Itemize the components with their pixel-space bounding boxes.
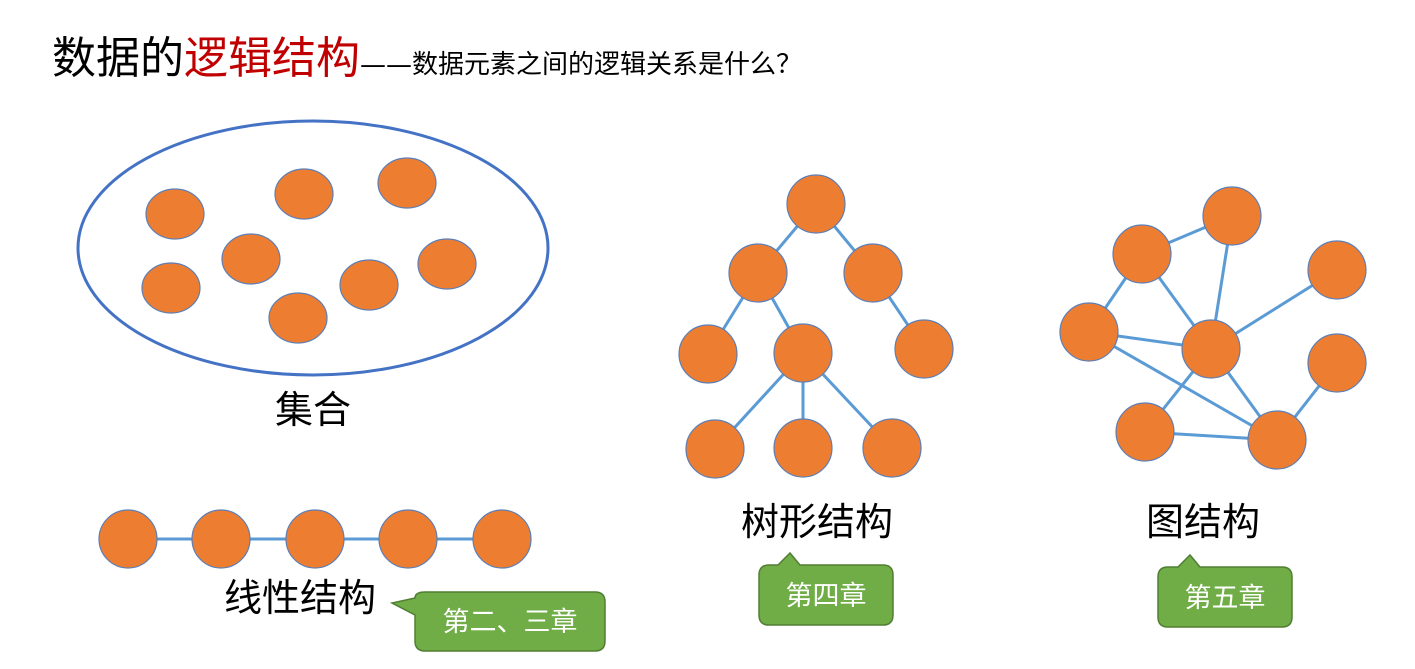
linear-node (98, 509, 158, 569)
graph-node (1112, 224, 1172, 284)
tree-chapter: 第四章 (786, 581, 867, 612)
tree-node (894, 319, 954, 379)
set-label: 集合 (275, 388, 351, 432)
tree-node (678, 324, 738, 384)
structures-diagram: 集合 线性结构 树形结构 图结构 第二、三章 第四章 第五章 (76, 119, 1367, 652)
tree-node (862, 418, 922, 478)
graph-node (1307, 333, 1367, 393)
set-node (141, 262, 201, 314)
tree-node (843, 243, 903, 303)
linear-label: 线性结构 (224, 576, 376, 620)
graph-node (1059, 302, 1119, 362)
graph-node (1202, 186, 1262, 246)
set-node (145, 188, 205, 240)
tree-label: 树形结构 (741, 500, 893, 544)
graph-chapter-callout: 第五章 (1157, 553, 1293, 628)
tree-node (773, 418, 833, 478)
set-node (274, 168, 334, 220)
linear-chapter: 第二、三章 (443, 607, 578, 638)
linear-node (191, 509, 251, 569)
graph-label: 图结构 (1146, 500, 1260, 544)
set-node (268, 292, 328, 344)
set-node (221, 233, 281, 285)
set-node (417, 238, 477, 290)
graph-chapter: 第五章 (1185, 583, 1266, 614)
linear-chapter-callout: 第二、三章 (389, 591, 606, 652)
graph-node (1307, 240, 1367, 300)
tree-node (786, 174, 846, 234)
tree-node (773, 323, 833, 383)
graph-node (1115, 402, 1175, 462)
graph-node (1247, 410, 1307, 470)
tree-node (685, 419, 745, 479)
set-node (377, 157, 437, 209)
linear-node (472, 509, 532, 569)
linear-node (378, 509, 438, 569)
graph-node (1181, 319, 1241, 379)
set-node (339, 259, 399, 311)
tree-node (728, 243, 788, 303)
linear-node (285, 509, 345, 569)
tree-chapter-callout: 第四章 (758, 551, 894, 626)
